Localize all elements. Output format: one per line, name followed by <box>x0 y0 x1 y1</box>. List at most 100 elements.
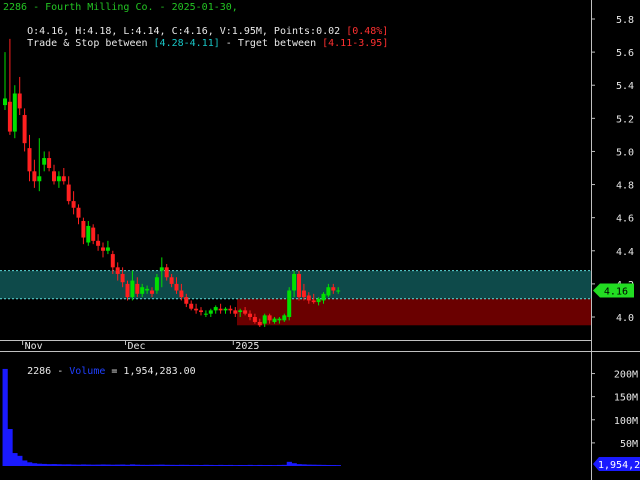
volume-bar <box>321 464 327 466</box>
candle-down <box>125 283 130 298</box>
candle-down <box>52 171 56 182</box>
volume-bar <box>286 461 292 466</box>
price-tick-label: 5.2 <box>616 114 634 125</box>
candle-down <box>76 207 81 218</box>
price-tick-label: 4.0 <box>616 313 634 324</box>
volume-bar <box>159 464 165 466</box>
volume-bar <box>311 464 317 466</box>
volume-bar <box>281 464 288 466</box>
price-tick-label: 5.6 <box>616 48 634 59</box>
price-tick-label: 4.4 <box>616 247 634 258</box>
candle-down <box>267 315 272 321</box>
candle-down <box>135 283 140 294</box>
candle-down <box>331 287 336 291</box>
volume-bar <box>296 464 302 466</box>
volume-bar <box>267 464 273 466</box>
volume-bar <box>7 429 13 466</box>
time-tick-label: Dec <box>128 341 146 352</box>
candle-up <box>154 277 159 291</box>
price-tick-label: 4.8 <box>616 181 634 192</box>
candle-down <box>184 297 189 304</box>
volume-bar <box>100 464 106 466</box>
volume-bar <box>188 464 194 466</box>
volume-bar <box>213 465 219 466</box>
volume-bar <box>17 455 23 466</box>
candle-up <box>12 93 17 132</box>
candle-up <box>208 310 213 314</box>
candle-up <box>37 176 42 182</box>
volume-name: Volume <box>69 366 106 377</box>
volume-value: = 1,954,283.00 <box>105 366 196 377</box>
volume-bar <box>178 464 185 466</box>
price-tick-label: 5.8 <box>616 15 634 26</box>
volume-bar <box>203 464 209 466</box>
chart-title: 2286 - Fourth Milling Co. - 2025-01-30, <box>3 2 238 13</box>
volume-bar <box>27 462 33 466</box>
volume-bar <box>41 463 47 466</box>
candle-up <box>3 98 7 106</box>
volume-tick-label: 100M <box>614 416 638 427</box>
candle-up <box>56 176 61 182</box>
candle-down <box>61 176 66 182</box>
candle-up <box>326 287 331 296</box>
volume-bar <box>169 464 175 466</box>
candle-up <box>321 293 326 301</box>
volume-bar <box>262 465 268 466</box>
candle-up <box>105 247 110 251</box>
candle-down <box>174 283 179 291</box>
volume-bar <box>325 464 332 466</box>
candle-up <box>223 308 228 311</box>
volume-bar <box>120 464 126 466</box>
volume-bar <box>306 464 312 466</box>
candle-down <box>248 313 252 317</box>
volume-bar <box>51 464 57 466</box>
candle-up <box>272 318 277 322</box>
trade-line: Trade & Stop between [4.28-4.11] - Trget… <box>3 26 388 62</box>
price-tick-label: 4.6 <box>616 214 634 225</box>
trade-range: [4.28-4.11] <box>153 38 220 49</box>
candle-down <box>194 308 199 311</box>
candle-down <box>110 254 115 268</box>
candle-down <box>91 227 96 241</box>
volume-bar <box>66 464 72 466</box>
volume-bar <box>61 464 67 466</box>
volume-bar <box>80 464 87 466</box>
volume-bar <box>115 464 121 466</box>
candle-down <box>17 93 22 109</box>
volume-tick-label: 50M <box>620 439 638 450</box>
volume-bar <box>110 464 116 466</box>
volume-bar <box>291 463 297 466</box>
volume-bar <box>330 465 337 466</box>
candle-down <box>199 310 203 313</box>
candle-down <box>189 303 194 309</box>
volume-title: 2286 - Volume = 1,954,283.00 <box>3 354 196 390</box>
candle-down <box>301 290 306 298</box>
price-tick-label: 5.4 <box>616 81 634 92</box>
volume-bar <box>223 464 229 466</box>
volume-bar <box>129 464 136 466</box>
chart-window: 5.85.65.45.25.04.84.64.44.24.04.16NovDec… <box>0 0 640 480</box>
candle-down <box>81 220 86 238</box>
candle-up <box>42 158 47 165</box>
volume-bar <box>301 464 307 466</box>
volume-bar <box>134 464 141 466</box>
volume-bar <box>149 464 155 466</box>
candle-down <box>252 317 257 322</box>
candle-down <box>96 240 101 246</box>
candle-down <box>306 295 311 301</box>
volume-bar <box>139 464 145 466</box>
candle-up <box>292 273 297 291</box>
volume-bar <box>22 460 28 466</box>
candle-up <box>277 318 282 321</box>
volume-bar <box>208 464 214 466</box>
candle-down <box>164 267 169 278</box>
price-chart[interactable]: 5.85.65.45.25.04.84.64.44.24.04.16NovDec… <box>0 0 640 480</box>
candle-up <box>145 288 150 291</box>
volume-bar <box>164 464 170 466</box>
volume-bar <box>105 464 111 466</box>
volume-bar <box>247 464 253 466</box>
candle-down <box>218 308 223 311</box>
volume-prefix: 2286 - <box>27 366 70 377</box>
candle-down <box>120 273 125 283</box>
candle-up <box>287 290 292 317</box>
